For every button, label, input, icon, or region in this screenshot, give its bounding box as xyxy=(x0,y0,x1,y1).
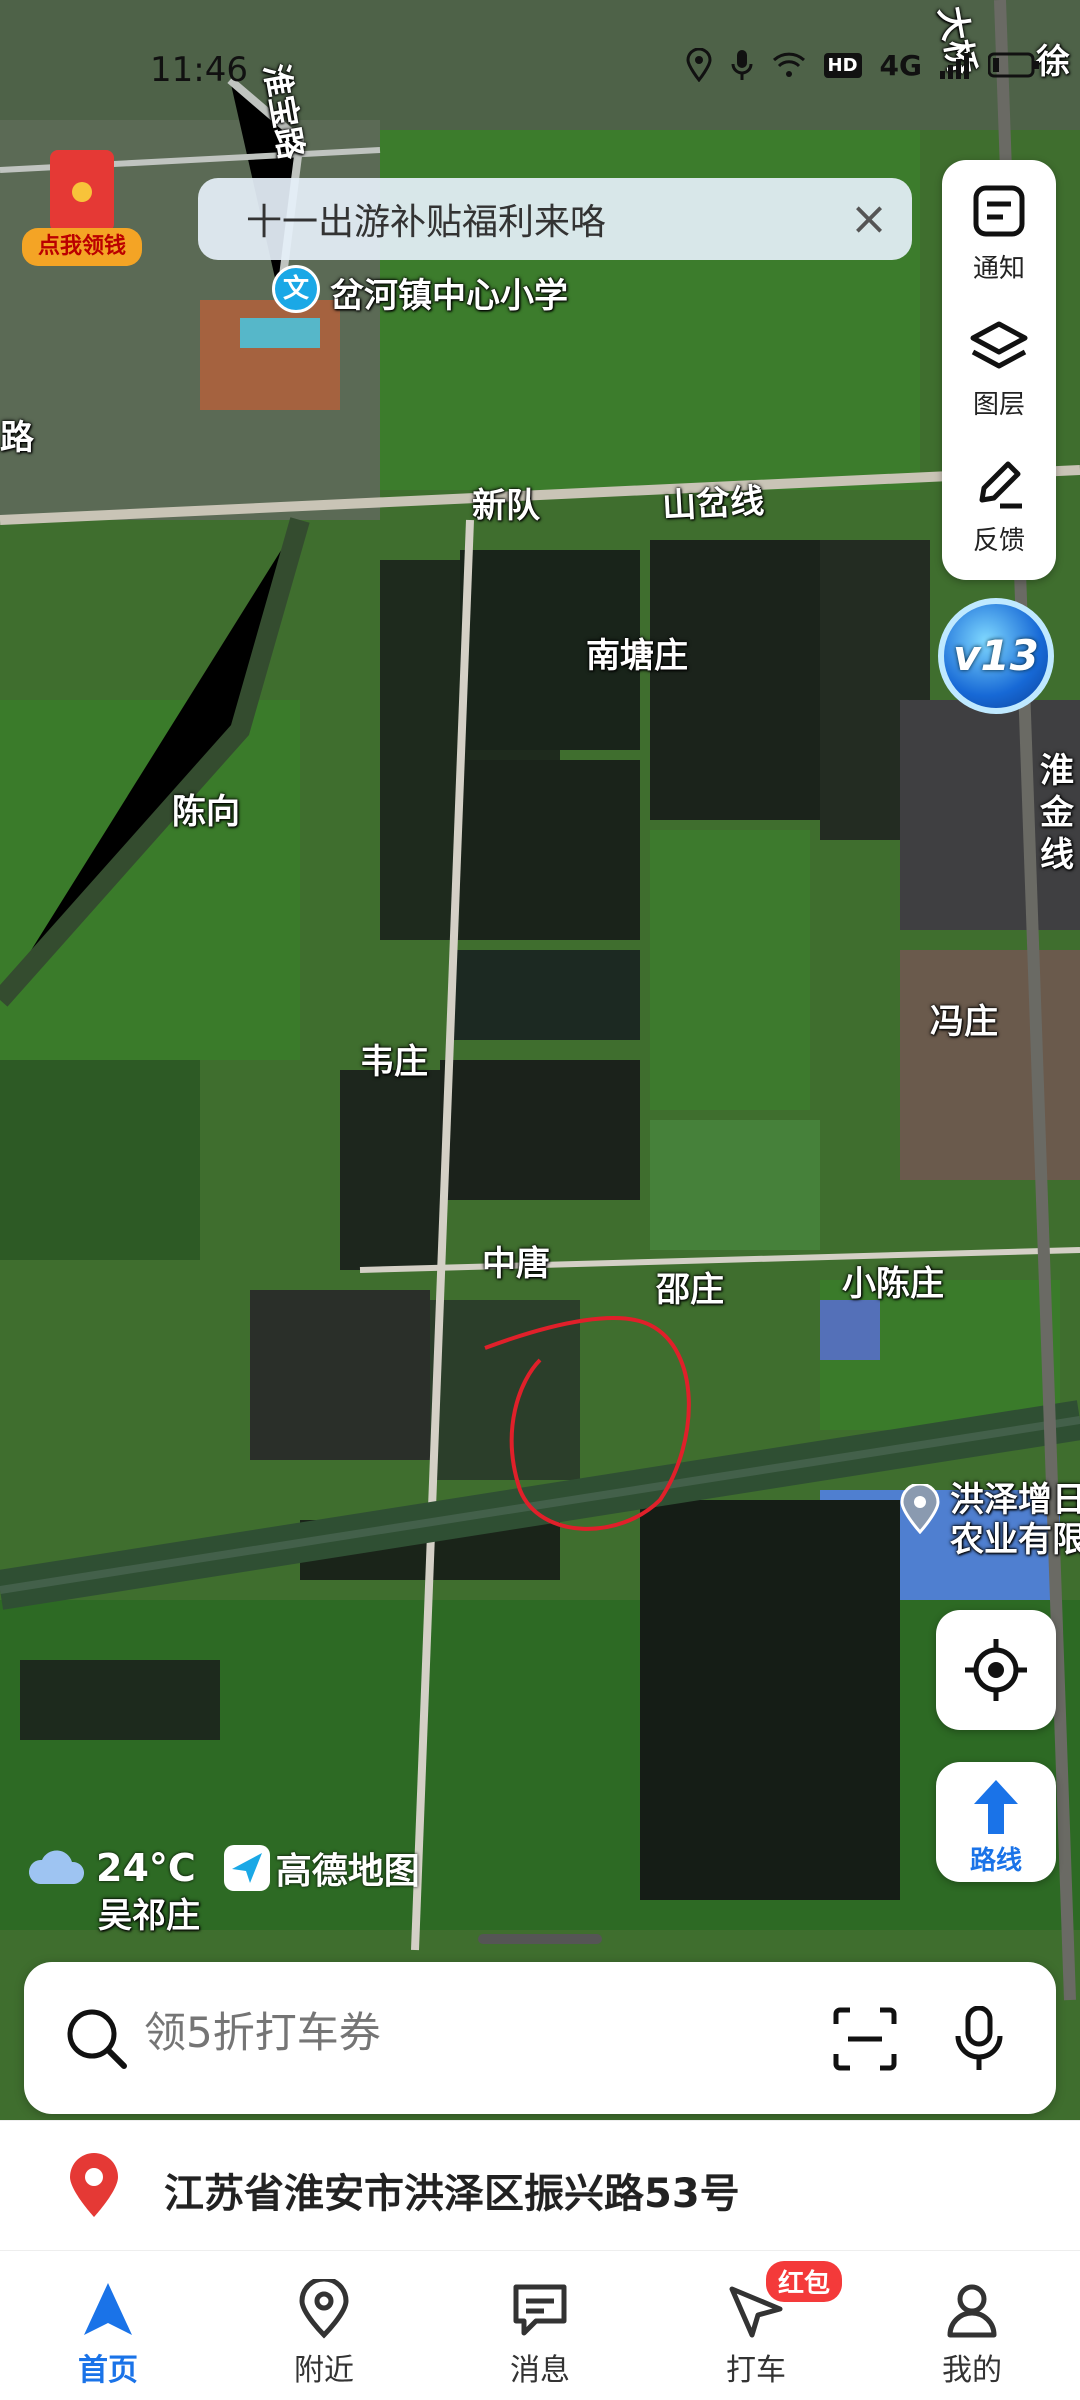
locate-button[interactable] xyxy=(936,1610,1056,1730)
drawer-handle[interactable] xyxy=(478,1934,602,1944)
weather-widget[interactable]: 24°C 高德地图 xyxy=(26,1842,420,1894)
current-address-text: 江苏省淮安市洪泽区振兴路53号 xyxy=(164,2171,740,2217)
wifi-icon xyxy=(772,52,805,77)
red-envelope-clasp xyxy=(72,182,92,202)
tab-taxi[interactable]: 红包 打车 xyxy=(648,2251,864,2400)
status-icons: HD 4G xyxy=(686,48,1040,82)
location-pin-icon xyxy=(70,2153,118,2217)
cloud-icon xyxy=(28,1850,85,1884)
tab-nearby-label: 附近 xyxy=(294,2353,354,2388)
search-input[interactable] xyxy=(144,2008,784,2057)
amap-name: 高德地图 xyxy=(275,1851,420,1892)
close-icon[interactable]: × xyxy=(846,195,892,242)
company-poi-pin-icon[interactable] xyxy=(900,1482,940,1535)
tab-profile-label: 我的 xyxy=(942,2353,1002,2388)
microphone-status-icon xyxy=(731,50,753,80)
red-packet-button[interactable]: 点我领钱 xyxy=(22,150,142,270)
red-packet-label: 点我领钱 xyxy=(22,228,142,266)
locate-crosshair-icon xyxy=(965,1639,1027,1701)
route-arrow-icon xyxy=(974,1780,1018,1834)
satellite-map[interactable]: 淮宝路 路 文 岔河镇中心小学 新队 山岔线 南塘庄 陈向 韦庄 冯庄 中唐 邵… xyxy=(0,0,1080,2120)
feedback-button[interactable]: 反馈 xyxy=(942,432,1056,562)
search-icon xyxy=(67,2009,127,2069)
version-badge[interactable]: v13 xyxy=(938,598,1054,714)
map-label-road-lu[interactable]: 路 xyxy=(0,410,34,459)
red-packet-badge: 红包 xyxy=(766,2261,843,2302)
satellite-imagery xyxy=(0,0,1080,2120)
current-address-row[interactable]: 江苏省淮安市洪泽区振兴路53号 xyxy=(0,2120,1080,2250)
status-time: 11:46 xyxy=(150,50,248,90)
scan-icon[interactable] xyxy=(832,2006,898,2072)
map-label-xiaochenzhuang[interactable]: 小陈庄 xyxy=(842,1256,944,1305)
map-label-shancha-line[interactable]: 山岔线 xyxy=(661,473,765,527)
notice-button[interactable]: 通知 xyxy=(942,160,1056,290)
map-label-xindui[interactable]: 新队 xyxy=(472,478,540,527)
school-poi-icon[interactable]: 文 xyxy=(272,265,320,313)
map-label-weizhuang[interactable]: 韦庄 xyxy=(360,1034,428,1083)
battery-icon xyxy=(988,52,1039,78)
navigation-arrow-icon xyxy=(84,2283,132,2335)
map-label-shaozhuang[interactable]: 邵庄 xyxy=(656,1262,724,1311)
layers-label: 图层 xyxy=(972,390,1025,420)
tab-messages[interactable]: 消息 xyxy=(432,2251,648,2400)
tab-home[interactable]: 首页 xyxy=(0,2251,216,2400)
signal-icon xyxy=(940,53,969,79)
feedback-label: 反馈 xyxy=(972,526,1025,556)
profile-icon xyxy=(947,2284,997,2338)
map-label-huaijin-line[interactable]: 淮金线 xyxy=(1040,750,1076,876)
tab-home-label: 首页 xyxy=(78,2353,138,2388)
map-label-wuqizhuang[interactable]: 吴祁庄 xyxy=(98,1888,200,1937)
map-label-nantangzhuang[interactable]: 南塘庄 xyxy=(586,628,688,677)
temperature: 24°C xyxy=(96,1846,196,1890)
tab-nearby[interactable]: 附近 xyxy=(216,2251,432,2400)
search-bar[interactable] xyxy=(24,1962,1056,2114)
route-label: 路线 xyxy=(969,1846,1022,1876)
message-icon xyxy=(513,2284,567,2336)
notice-icon xyxy=(973,185,1025,237)
location-pin-outline-icon xyxy=(299,2276,349,2339)
tab-messages-label: 消息 xyxy=(510,2353,570,2388)
map-tool-panel: 通知 图层 反馈 xyxy=(942,160,1056,580)
map-label-fengzhuang[interactable]: 冯庄 xyxy=(930,994,998,1043)
hd-badge: HD xyxy=(823,52,862,78)
notice-label: 通知 xyxy=(972,254,1025,284)
location-status-icon xyxy=(686,48,712,82)
map-label-chenxiang[interactable]: 陈向 xyxy=(172,784,240,833)
promo-banner-text[interactable]: 十一出游补贴福利来咯 xyxy=(246,193,606,245)
bottom-tab-bar: 首页 附近 消息 红包 打车 我的 xyxy=(0,2250,1080,2400)
map-label-company-line2[interactable]: 农业有限 xyxy=(950,1512,1080,1561)
layers-button[interactable]: 图层 xyxy=(942,296,1056,426)
promo-banner[interactable]: 十一出游补贴福利来咯 × xyxy=(198,178,912,260)
map-label-zhongtang[interactable]: 中唐 xyxy=(482,1236,550,1285)
tab-taxi-label: 打车 xyxy=(726,2353,786,2388)
amap-logo-icon xyxy=(223,1845,270,1891)
amap-logo: 高德地图 xyxy=(223,1842,420,1894)
voice-microphone-icon[interactable] xyxy=(954,2006,1004,2072)
layers-icon xyxy=(970,321,1028,369)
route-button[interactable]: 路线 xyxy=(936,1762,1056,1882)
map-label-school[interactable]: 岔河镇中心小学 xyxy=(330,268,568,317)
status-bar: 11:46 HD 4G xyxy=(0,40,1080,100)
feedback-pencil-icon xyxy=(979,461,1022,509)
network-gen-label: 4G xyxy=(879,48,922,82)
tab-profile[interactable]: 我的 xyxy=(864,2251,1080,2400)
